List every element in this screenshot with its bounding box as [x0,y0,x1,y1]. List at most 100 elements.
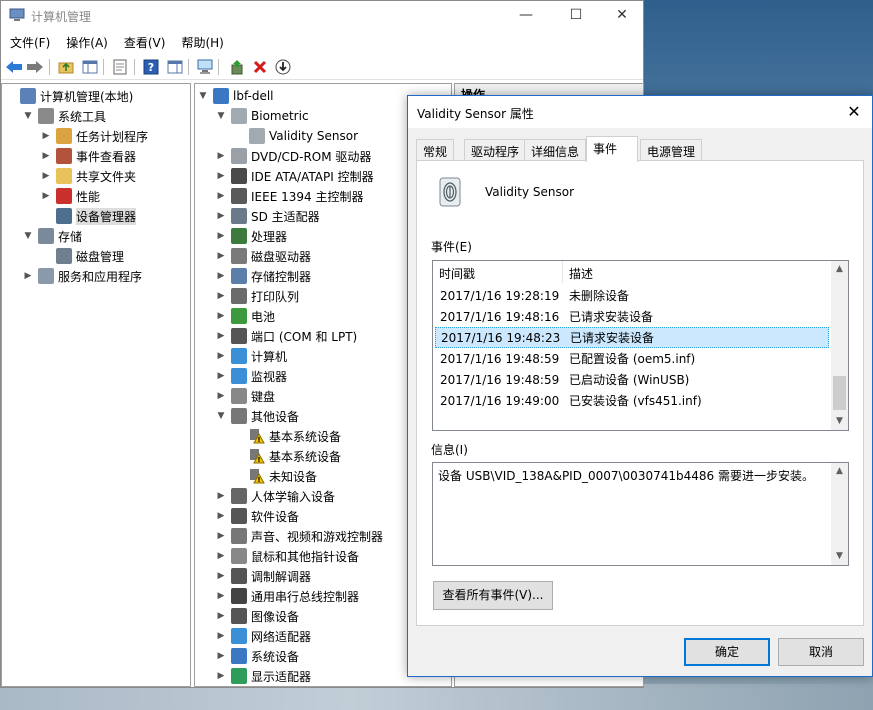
collapse-chevron-icon[interactable]: ▶ [215,251,227,261]
nav-tree-item[interactable]: 计算机管理(本地) [4,86,133,106]
scan-hardware-icon[interactable] [195,57,215,77]
device-tree-item[interactable]: ▶ 声音、视频和游戏控制器 [215,526,383,546]
collapse-chevron-icon[interactable]: ▶ [22,271,34,281]
collapse-chevron-icon[interactable]: ▶ [40,151,52,161]
device-tree-item[interactable]: ▶ 显示适配器 [215,666,311,686]
collapse-chevron-icon[interactable]: ▶ [215,531,227,541]
nav-tree-item[interactable]: 设备管理器 [40,206,137,226]
cancel-button[interactable]: 取消 [778,638,864,666]
device-tree-item[interactable]: ▼ Biometric [215,106,309,126]
device-tree-item[interactable]: Validity Sensor [233,126,358,146]
event-row[interactable]: 2017/1/16 19:48:16 已请求安装设备 [435,306,829,327]
menu-help[interactable]: 帮助(H) [172,31,230,51]
properties-icon[interactable] [110,57,130,77]
collapse-chevron-icon[interactable]: ▶ [215,331,227,341]
event-row[interactable]: 2017/1/16 19:48:59 已启动设备 (WinUSB) [435,369,829,390]
event-row[interactable]: 2017/1/16 19:48:59 已配置设备 (oem5.inf) [435,348,829,369]
nav-tree-item[interactable]: ▶ 任务计划程序 [40,126,148,146]
show-hide-tree-icon[interactable] [80,57,100,77]
device-tree-item[interactable]: ▶ 处理器 [215,226,287,246]
collapse-chevron-icon[interactable]: ▶ [215,651,227,661]
device-tree-item[interactable]: ▶ 鼠标和其他指针设备 [215,546,359,566]
dialog-close-button[interactable]: ✕ [836,96,872,128]
collapse-chevron-icon[interactable]: ▶ [215,151,227,161]
scroll-down-icon[interactable]: ▼ [831,548,848,565]
device-tree-item[interactable]: ▶ 通用串行总线控制器 [215,586,359,606]
device-tree-item[interactable]: ▶ 端口 (COM 和 LPT) [215,326,357,346]
download-icon[interactable] [273,57,293,77]
device-tree-item[interactable]: ▶ 计算机 [215,346,287,366]
event-row[interactable]: 2017/1/16 19:28:19 未删除设备 [435,285,829,306]
collapse-chevron-icon[interactable]: ▶ [215,571,227,581]
back-icon[interactable] [4,57,24,77]
nav-tree-item[interactable]: ▶ 服务和应用程序 [22,266,142,286]
device-tree-item[interactable]: ▶ 打印队列 [215,286,299,306]
collapse-chevron-icon[interactable]: ▶ [215,391,227,401]
events-list[interactable]: 时间戳 描述 2017/1/16 19:28:19 未删除设备 2017/1/16 … [432,260,849,431]
collapse-chevron-icon[interactable]: ▶ [215,591,227,601]
device-tree-item[interactable]: ▶ 监视器 [215,366,287,386]
title-bar[interactable]: 计算机管理 — ☐ ✕ [1,1,643,30]
device-tree-item[interactable]: ▶ 存储控制器 [215,266,311,286]
collapse-chevron-icon[interactable]: ▶ [215,611,227,621]
collapse-chevron-icon[interactable]: ▶ [215,631,227,641]
tab-driver[interactable]: 驱动程序 [464,139,527,161]
device-tree-item[interactable]: ▶ 磁盘驱动器 [215,246,311,266]
column-header-timestamp[interactable]: 时间戳 [433,261,563,283]
tab-events[interactable]: 事件 [586,136,638,162]
events-scrollbar[interactable]: ▲ ▼ [831,261,848,430]
collapse-chevron-icon[interactable]: ▶ [215,371,227,381]
expand-chevron-icon[interactable]: ▼ [22,111,34,121]
device-tree-item[interactable]: ▶ 键盘 [215,386,275,406]
device-tree-item[interactable]: ! 基本系统设备 [233,446,341,466]
collapse-chevron-icon[interactable]: ▶ [215,291,227,301]
menu-action[interactable]: 操作(A) [57,31,115,51]
device-tree-item[interactable]: ▶ 系统设备 [215,646,299,666]
info-textbox[interactable]: 设备 USB\VID_138A&PID_0007\0030741b4486 需要… [432,462,849,566]
menu-view[interactable]: 查看(V) [115,31,173,51]
nav-tree-item[interactable]: 磁盘管理 [40,246,124,266]
dialog-title-bar[interactable]: Validity Sensor 属性 ✕ [408,96,872,128]
collapse-chevron-icon[interactable]: ▶ [215,191,227,201]
device-tree-item[interactable]: ▶ 电池 [215,306,275,326]
device-tree-item[interactable]: ▶ 软件设备 [215,506,299,526]
action-pane-icon[interactable] [165,57,185,77]
device-tree-item[interactable]: ! 基本系统设备 [233,426,341,446]
collapse-chevron-icon[interactable]: ▶ [215,351,227,361]
collapse-chevron-icon[interactable]: ▶ [215,491,227,501]
collapse-chevron-icon[interactable]: ▶ [215,231,227,241]
collapse-chevron-icon[interactable]: ▶ [215,671,227,681]
device-tree-item[interactable]: ▶ IDE ATA/ATAPI 控制器 [215,166,374,186]
info-scrollbar[interactable]: ▲ ▼ [831,463,848,565]
nav-tree-item[interactable]: ▼ 系统工具 [22,106,106,126]
help-icon[interactable]: ? [141,57,161,77]
scroll-thumb[interactable] [833,376,846,410]
menu-file[interactable]: 文件(F) [1,31,57,51]
up-folder-icon[interactable] [56,57,76,77]
device-tree-item[interactable]: ▶ DVD/CD-ROM 驱动器 [215,146,371,166]
nav-tree-item[interactable]: ▶ 性能 [40,186,100,206]
tab-general[interactable]: 常规 [416,139,455,161]
device-tree-item[interactable]: ▶ SD 主适配器 [215,206,320,226]
device-tree-item[interactable]: ▼ lbf-dell [197,86,274,106]
nav-tree-item[interactable]: ▶ 事件查看器 [40,146,136,166]
device-tree-item[interactable]: ▶ 图像设备 [215,606,299,626]
device-tree-item[interactable]: ▶ 人体学输入设备 [215,486,335,506]
device-tree-item[interactable]: ▶ 网络适配器 [215,626,311,646]
collapse-chevron-icon[interactable]: ▶ [215,171,227,181]
collapse-chevron-icon[interactable]: ▶ [40,171,52,181]
collapse-chevron-icon[interactable]: ▶ [215,311,227,321]
minimize-button[interactable]: — [503,1,549,30]
scroll-down-icon[interactable]: ▼ [831,413,848,430]
expand-chevron-icon[interactable]: ▼ [197,91,209,101]
scroll-up-icon[interactable]: ▲ [831,261,848,278]
collapse-chevron-icon[interactable]: ▶ [215,511,227,521]
device-tree-item[interactable]: ▼ 其他设备 [215,406,299,426]
forward-icon[interactable] [25,57,45,77]
tab-power-management[interactable]: 电源管理 [640,139,703,161]
device-tree-item[interactable]: ▶ 调制解调器 [215,566,311,586]
collapse-chevron-icon[interactable]: ▶ [40,191,52,201]
event-row[interactable]: 2017/1/16 19:49:00 已安装设备 (vfs451.inf) [435,390,829,411]
expand-chevron-icon[interactable]: ▼ [22,231,34,241]
expand-chevron-icon[interactable]: ▼ [215,411,227,421]
